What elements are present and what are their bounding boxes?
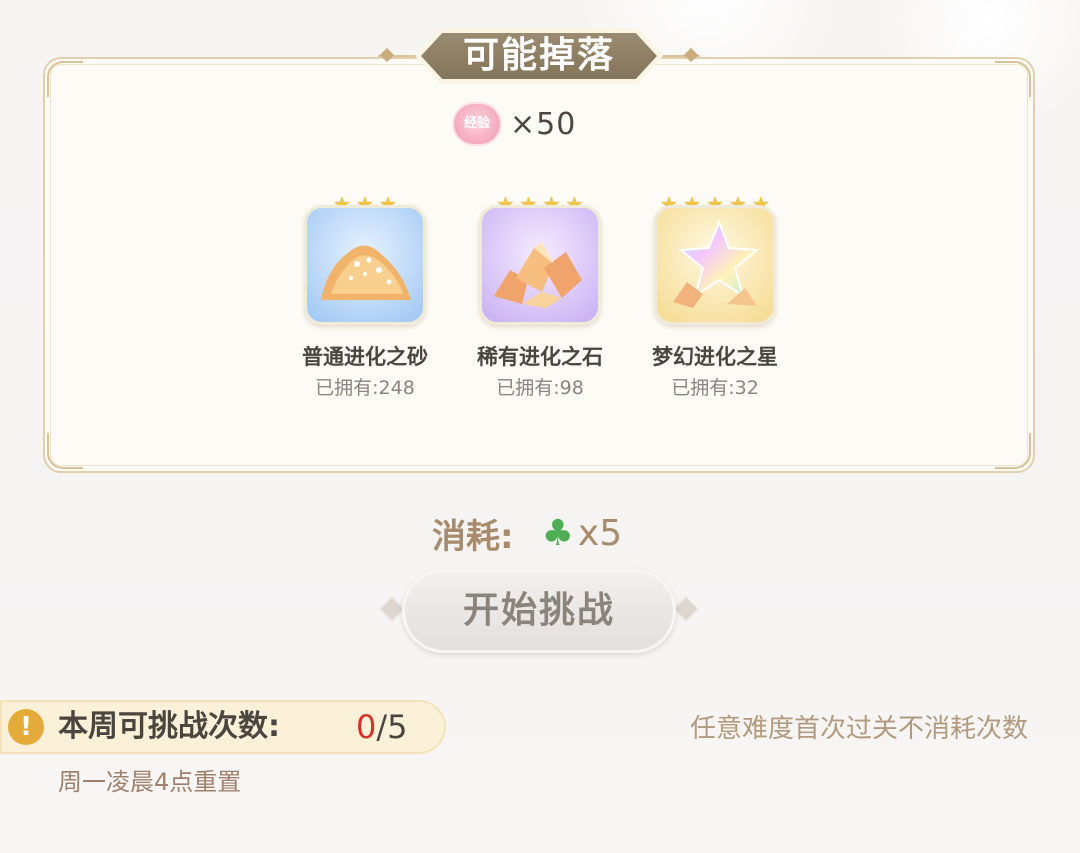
exp-flower-icon: 经验 xyxy=(454,104,500,144)
weekly-attempts-count: 0/5 xyxy=(356,708,408,746)
panel-corner-ornament xyxy=(995,433,1031,469)
button-diamond-icon xyxy=(674,597,698,621)
title-diamond-icon xyxy=(683,47,699,63)
start-challenge-button[interactable]: 开始挑战 xyxy=(402,569,676,653)
weekly-attempts-bar: ! 本周可挑战次数: 0/5 xyxy=(0,700,446,754)
weekly-attempts-label: 本周可挑战次数: xyxy=(58,709,280,744)
exclamation-icon: ! xyxy=(8,709,44,745)
drops-title-banner: 可能掉落 xyxy=(378,28,700,84)
challenge-cost: 消耗: ♣ x5 xyxy=(432,510,623,557)
evolution-sand-icon xyxy=(304,205,426,325)
item-name: 梦幻进化之星 xyxy=(652,345,778,369)
item-owned-count: 已拥有:98 xyxy=(496,377,584,399)
panel-corner-ornament xyxy=(995,61,1031,97)
weekly-reset-note: 周一凌晨4点重置 xyxy=(58,768,242,796)
panel-corner-ornament xyxy=(47,61,83,97)
drop-item-dream-star[interactable]: ★ ★ ★ ★ ★ 梦幻进化之星 已拥有:32 xyxy=(625,193,805,403)
drops-title: 可能掉落 xyxy=(462,35,615,76)
panel-corner-ornament xyxy=(47,433,83,469)
evolution-star-icon xyxy=(654,205,776,325)
cost-label: 消耗: xyxy=(432,516,514,557)
evolution-stone-icon xyxy=(479,205,601,325)
title-diamond-icon xyxy=(379,47,395,63)
drop-item-common-sand[interactable]: ★ ★ ★ 普通进化之砂 已拥有:248 xyxy=(275,193,455,403)
start-challenge-label: 开始挑战 xyxy=(462,590,615,631)
first-clear-note: 任意难度首次过关不消耗次数 xyxy=(689,714,1028,744)
item-name: 稀有进化之石 xyxy=(477,345,603,369)
button-diamond-icon xyxy=(380,597,404,621)
exp-quantity: ×50 xyxy=(510,106,577,142)
start-challenge-button-wrap: 开始挑战 xyxy=(378,563,700,657)
exp-reward: 经验 ×50 xyxy=(454,104,576,144)
clover-icon: ♣ xyxy=(541,512,574,554)
item-owned-count: 已拥有:32 xyxy=(671,377,759,399)
drop-item-rare-stone[interactable]: ★ ★ ★ ★ 稀有进化之石 已拥有:98 xyxy=(450,193,630,403)
cost-quantity: x5 xyxy=(577,512,623,554)
item-name: 普通进化之砂 xyxy=(302,345,428,369)
item-owned-count: 已拥有:248 xyxy=(315,377,415,399)
